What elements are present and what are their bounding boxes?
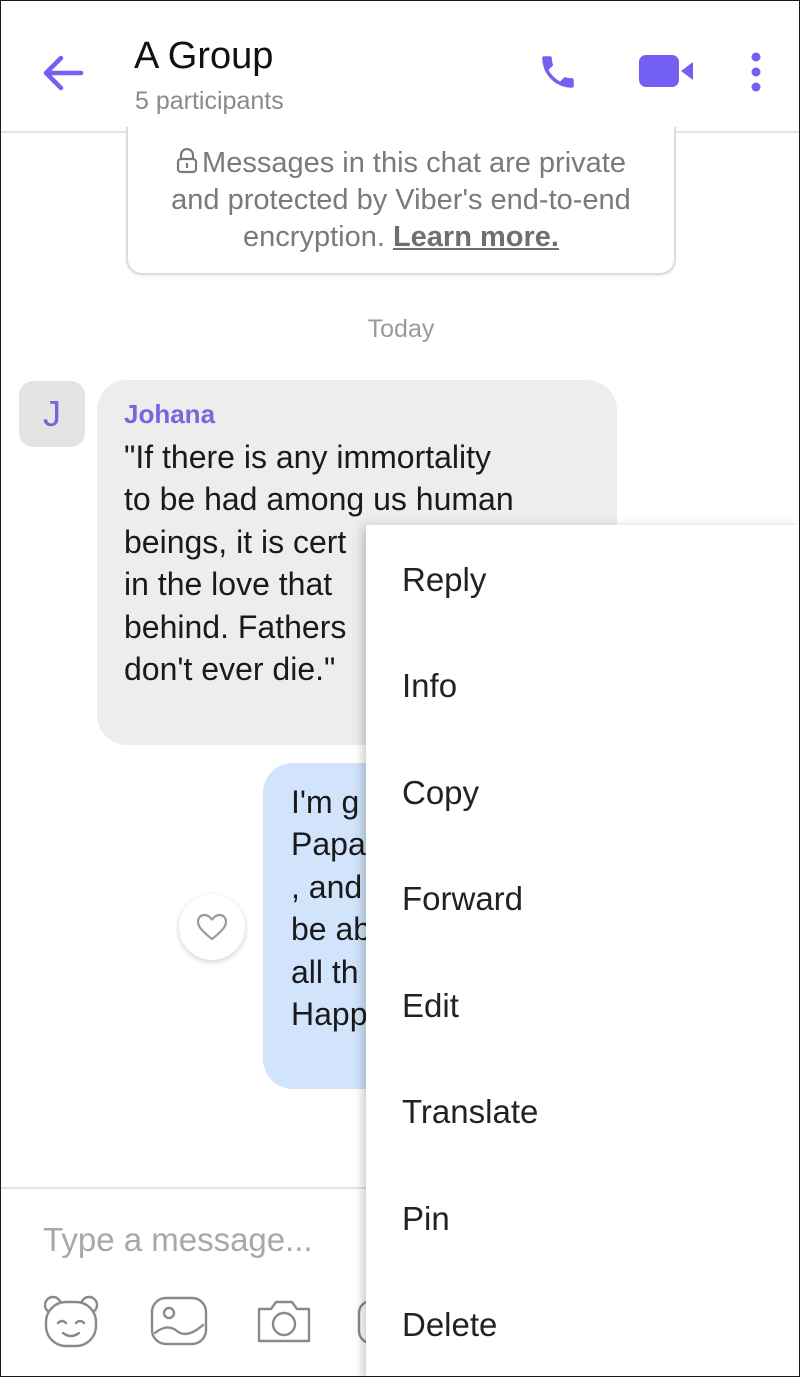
sticker-button[interactable] [41,1293,101,1349]
message-line: all th [291,953,359,990]
video-call-button[interactable] [637,51,695,91]
more-vertical-icon [751,52,761,92]
outgoing-message-text: I'm g Papa , and be ab all th Happ [291,781,371,1035]
menu-item-copy[interactable]: Copy [366,740,799,846]
lock-icon [176,148,198,174]
back-button[interactable] [41,51,85,95]
participants-count[interactable]: 5 participants [135,87,284,116]
message-line: I'm g [291,784,360,820]
chat-title[interactable]: A Group [134,35,273,78]
chat-screen: A Group 5 participants Messages in this … [0,0,800,1377]
notice-line-3: encryption. [243,221,385,253]
notice-line-2: and protected by Viber's end-to-end [171,184,631,216]
camera-icon [257,1300,311,1343]
more-options-button[interactable] [744,51,768,93]
message-line: to be had among us human [124,481,514,518]
message-line: Happ [291,996,368,1033]
video-camera-icon [639,55,693,87]
like-button[interactable] [179,894,245,960]
message-line: "If there is any immortality [124,439,492,475]
menu-item-pin[interactable]: Pin [366,1166,799,1272]
menu-item-reply[interactable]: Reply [366,527,799,633]
phone-icon [542,56,574,88]
message-context-menu: Reply Info Copy Forward Edit Translate P… [366,525,799,1376]
avatar[interactable]: J [19,381,85,447]
menu-item-edit[interactable]: Edit [366,953,799,1059]
gallery-icon [150,1296,208,1346]
menu-item-info[interactable]: Info [366,633,799,739]
gallery-button[interactable] [149,1293,209,1349]
menu-item-delete[interactable]: Delete [366,1272,799,1376]
call-button[interactable] [537,51,579,93]
notice-line-1: Messages in this chat are private [202,147,626,179]
arrow-left-icon [43,55,84,91]
heart-icon [196,913,228,941]
menu-item-translate[interactable]: Translate [366,1059,799,1165]
sender-name[interactable]: Johana [124,399,215,430]
encryption-notice: Messages in this chat are private and pr… [126,127,676,275]
message-line: , and [291,868,363,905]
message-line: Papa [291,826,366,863]
message-input[interactable]: Type a message... [43,1221,313,1259]
learn-more-link[interactable]: Learn more. [393,221,559,253]
date-separator: Today [367,315,435,343]
message-line: be ab [291,911,372,948]
camera-button[interactable] [254,1293,314,1349]
menu-item-forward[interactable]: Forward [366,846,799,952]
chat-header: A Group 5 participants [1,1,799,133]
sticker-bear-icon [43,1295,99,1348]
